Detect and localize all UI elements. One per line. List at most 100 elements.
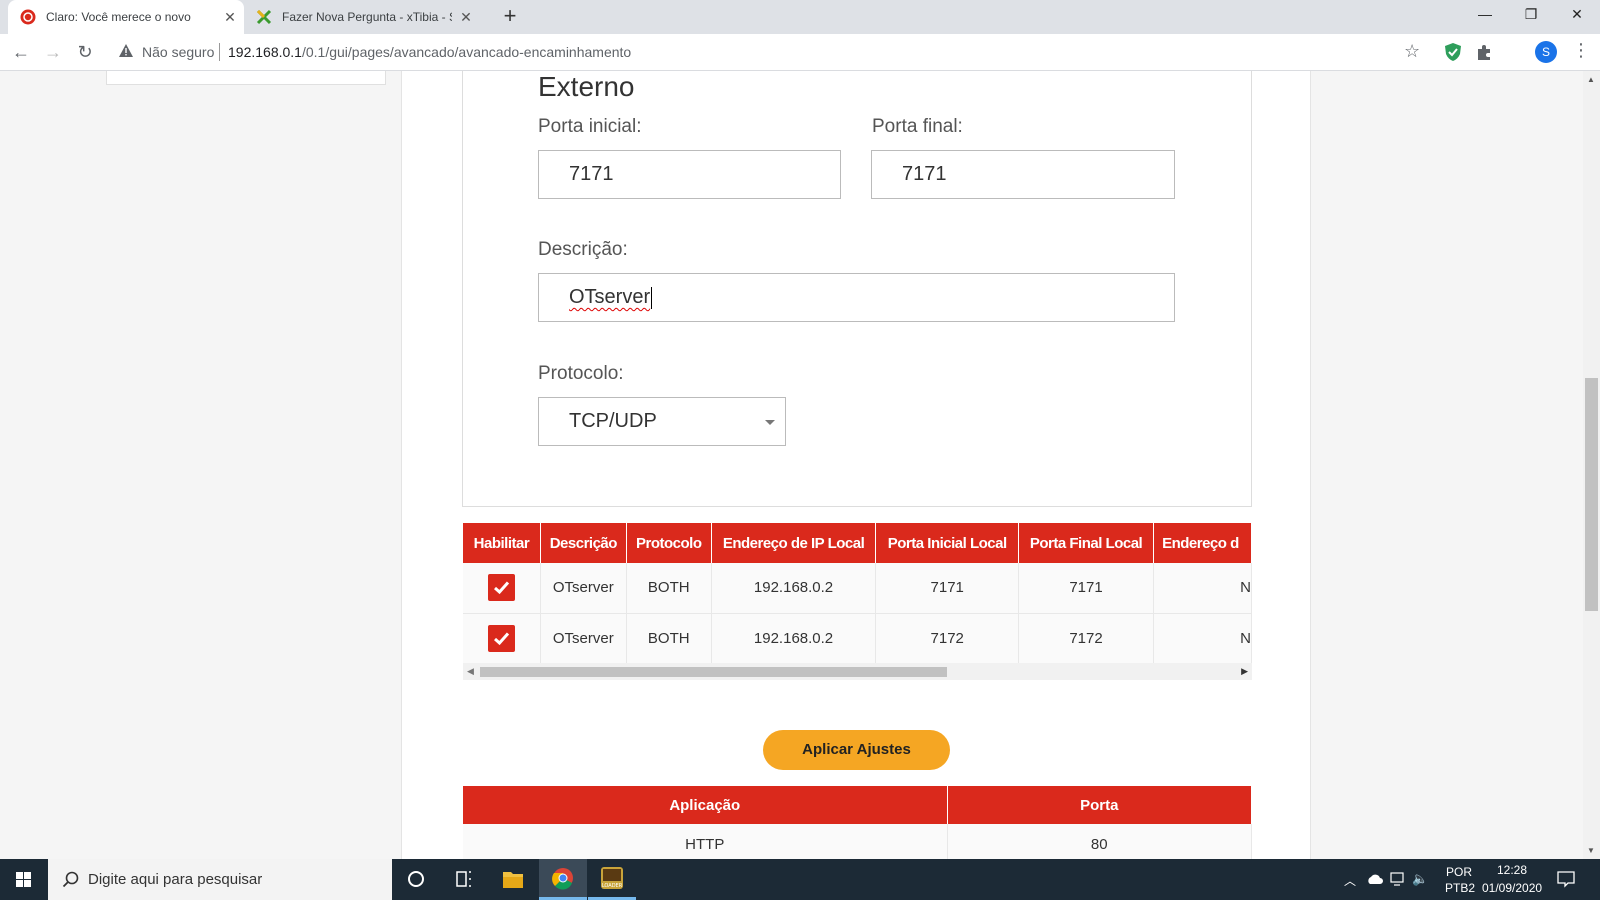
col-header: Protocolo xyxy=(626,523,712,563)
protocol-cell: BOTH xyxy=(626,563,712,614)
browser-toolbar: ← → ↻ Não seguro 192.168.0.1/0.1/gui/pag… xyxy=(0,34,1600,71)
tab-title: Claro: Você merece o novo xyxy=(46,10,191,24)
page-viewport: Externo Porta inicial: 7171 Porta final:… xyxy=(0,71,1583,859)
scroll-left-icon[interactable]: ◀ xyxy=(467,666,474,677)
checkmark-icon xyxy=(493,631,510,645)
scrollbar-thumb[interactable] xyxy=(480,667,947,677)
start-button[interactable] xyxy=(0,859,48,900)
volume-icon[interactable]: 🔈 xyxy=(1412,871,1428,887)
enable-checkbox[interactable] xyxy=(487,574,515,602)
profile-avatar[interactable]: S xyxy=(1535,41,1557,63)
divider xyxy=(219,43,220,61)
new-tab-icon[interactable]: + xyxy=(498,4,522,28)
protocol-label: Protocolo: xyxy=(538,363,624,384)
minimize-icon[interactable]: — xyxy=(1462,0,1508,30)
security-label: Não seguro xyxy=(142,44,215,60)
windows-logo-icon xyxy=(16,872,31,887)
description-cell: OTserver xyxy=(540,613,627,664)
col-header: Endereço d xyxy=(1153,523,1252,563)
url-text: 192.168.0.1/0.1/gui/pages/avancado/avanc… xyxy=(228,44,631,60)
taskbar-search[interactable]: Digite aqui para pesquisar xyxy=(48,859,392,900)
address-bar[interactable]: Não seguro 192.168.0.1/0.1/gui/pages/ava… xyxy=(108,39,1448,66)
end-port-label: Porta final: xyxy=(872,116,963,137)
shield-extension-icon[interactable] xyxy=(1443,42,1463,62)
table-row: HTTP 80 xyxy=(463,824,1252,859)
scrollbar-thumb[interactable] xyxy=(1585,378,1598,611)
start-port-label: Porta inicial: xyxy=(538,116,642,137)
tab-claro[interactable]: Claro: Você merece o novo ✕ xyxy=(8,0,244,34)
forward-icon[interactable]: → xyxy=(40,39,66,65)
warning-icon xyxy=(119,44,133,57)
checkmark-icon xyxy=(493,581,510,595)
file-explorer-icon[interactable] xyxy=(489,859,537,900)
section-title: Externo xyxy=(538,71,635,102)
table-row: OTserver BOTH 192.168.0.2 7172 7172 N xyxy=(463,613,1252,664)
close-tab-icon[interactable]: ✕ xyxy=(216,9,244,26)
close-tab-icon[interactable]: ✕ xyxy=(452,9,480,26)
description-value: OTserver xyxy=(569,286,651,308)
protocol-value: TCP/UDP xyxy=(569,410,657,432)
protocol-cell: BOTH xyxy=(626,613,712,664)
table-horizontal-scrollbar[interactable]: ◀ ▶ xyxy=(463,663,1252,680)
col-header: Porta Final Local xyxy=(1018,523,1155,563)
network-icon[interactable] xyxy=(1390,872,1406,886)
back-icon[interactable]: ← xyxy=(8,39,34,65)
applications-table: Aplicação Porta HTTP 80 xyxy=(463,786,1252,859)
reload-icon[interactable]: ↻ xyxy=(72,39,98,65)
extra-cell: N xyxy=(1153,563,1252,614)
show-hidden-icons-icon[interactable]: ︿ xyxy=(1344,872,1356,889)
end-port-input[interactable]: 7171 xyxy=(871,150,1175,199)
enable-checkbox[interactable] xyxy=(487,624,515,652)
browser-tab-bar: Claro: Você merece o novo ✕ Fazer Nova P… xyxy=(0,0,1600,34)
extra-cell: N xyxy=(1153,613,1252,664)
col-header: Descrição xyxy=(540,523,627,563)
restore-icon[interactable]: ❐ xyxy=(1508,0,1554,30)
start-port-cell: 7172 xyxy=(875,613,1019,664)
port-cell: 80 xyxy=(947,824,1252,859)
claro-favicon-icon xyxy=(20,9,36,25)
local-ip-cell: 192.168.0.2 xyxy=(711,563,877,614)
side-panel xyxy=(106,71,386,85)
scroll-down-icon[interactable]: ▼ xyxy=(1587,846,1595,855)
otloader-taskbar-icon[interactable]: LOADER xyxy=(588,859,636,900)
table-row: OTserver BOTH 192.168.0.2 7171 7171 N xyxy=(463,563,1252,614)
task-view-icon[interactable] xyxy=(440,859,488,900)
forward-rules-table: Habilitar Descrição Protocolo Endereço d… xyxy=(463,523,1252,664)
page-vertical-scrollbar[interactable]: ▲ ▼ xyxy=(1583,71,1600,859)
chrome-taskbar-icon[interactable] xyxy=(539,859,587,900)
chevron-down-icon xyxy=(765,420,775,425)
scroll-right-icon[interactable]: ▶ xyxy=(1241,666,1248,677)
search-placeholder: Digite aqui para pesquisar xyxy=(88,871,263,888)
text-caret xyxy=(651,286,653,309)
apply-settings-button[interactable]: Aplicar Ajustes xyxy=(763,730,950,770)
language-bottom[interactable]: PTB2 xyxy=(1445,881,1475,895)
tab-xtibia[interactable]: Fazer Nova Pergunta - xTibia - Su ✕ xyxy=(244,0,480,34)
col-header: Habilitar xyxy=(463,523,541,563)
bookmark-star-icon[interactable]: ☆ xyxy=(1404,41,1420,62)
svg-text:LOADER: LOADER xyxy=(602,883,623,889)
xtibia-favicon-icon xyxy=(256,9,272,25)
col-header: Porta Inicial Local xyxy=(875,523,1019,563)
end-port-cell: 7171 xyxy=(1018,563,1155,614)
col-header: Aplicação xyxy=(463,786,948,824)
close-window-icon[interactable]: ✕ xyxy=(1554,0,1600,30)
windows-taskbar: Digite aqui para pesquisar LOADER ︿ 🔈 PO… xyxy=(0,859,1600,900)
onedrive-icon[interactable] xyxy=(1366,873,1384,885)
local-ip-cell: 192.168.0.2 xyxy=(711,613,877,664)
search-icon xyxy=(62,871,79,888)
start-port-input[interactable]: 7171 xyxy=(538,150,841,199)
start-port-cell: 7171 xyxy=(875,563,1019,614)
description-input[interactable]: OTserver xyxy=(538,273,1175,322)
app-cell: HTTP xyxy=(463,824,948,859)
forward-table-container: Habilitar Descrição Protocolo Endereço d… xyxy=(463,523,1252,675)
clock-date[interactable]: 01/09/2020 xyxy=(1482,881,1542,895)
scroll-up-icon[interactable]: ▲ xyxy=(1587,75,1595,84)
language-top[interactable]: POR xyxy=(1446,865,1472,879)
cortana-icon[interactable] xyxy=(392,859,440,900)
notifications-icon[interactable] xyxy=(1557,871,1575,888)
menu-kebab-icon[interactable]: ⋮ xyxy=(1572,40,1590,61)
protocol-select[interactable]: TCP/UDP xyxy=(538,397,786,446)
clock-time[interactable]: 12:28 xyxy=(1497,863,1527,877)
enable-cell xyxy=(463,563,541,614)
extensions-puzzle-icon[interactable] xyxy=(1475,42,1495,62)
